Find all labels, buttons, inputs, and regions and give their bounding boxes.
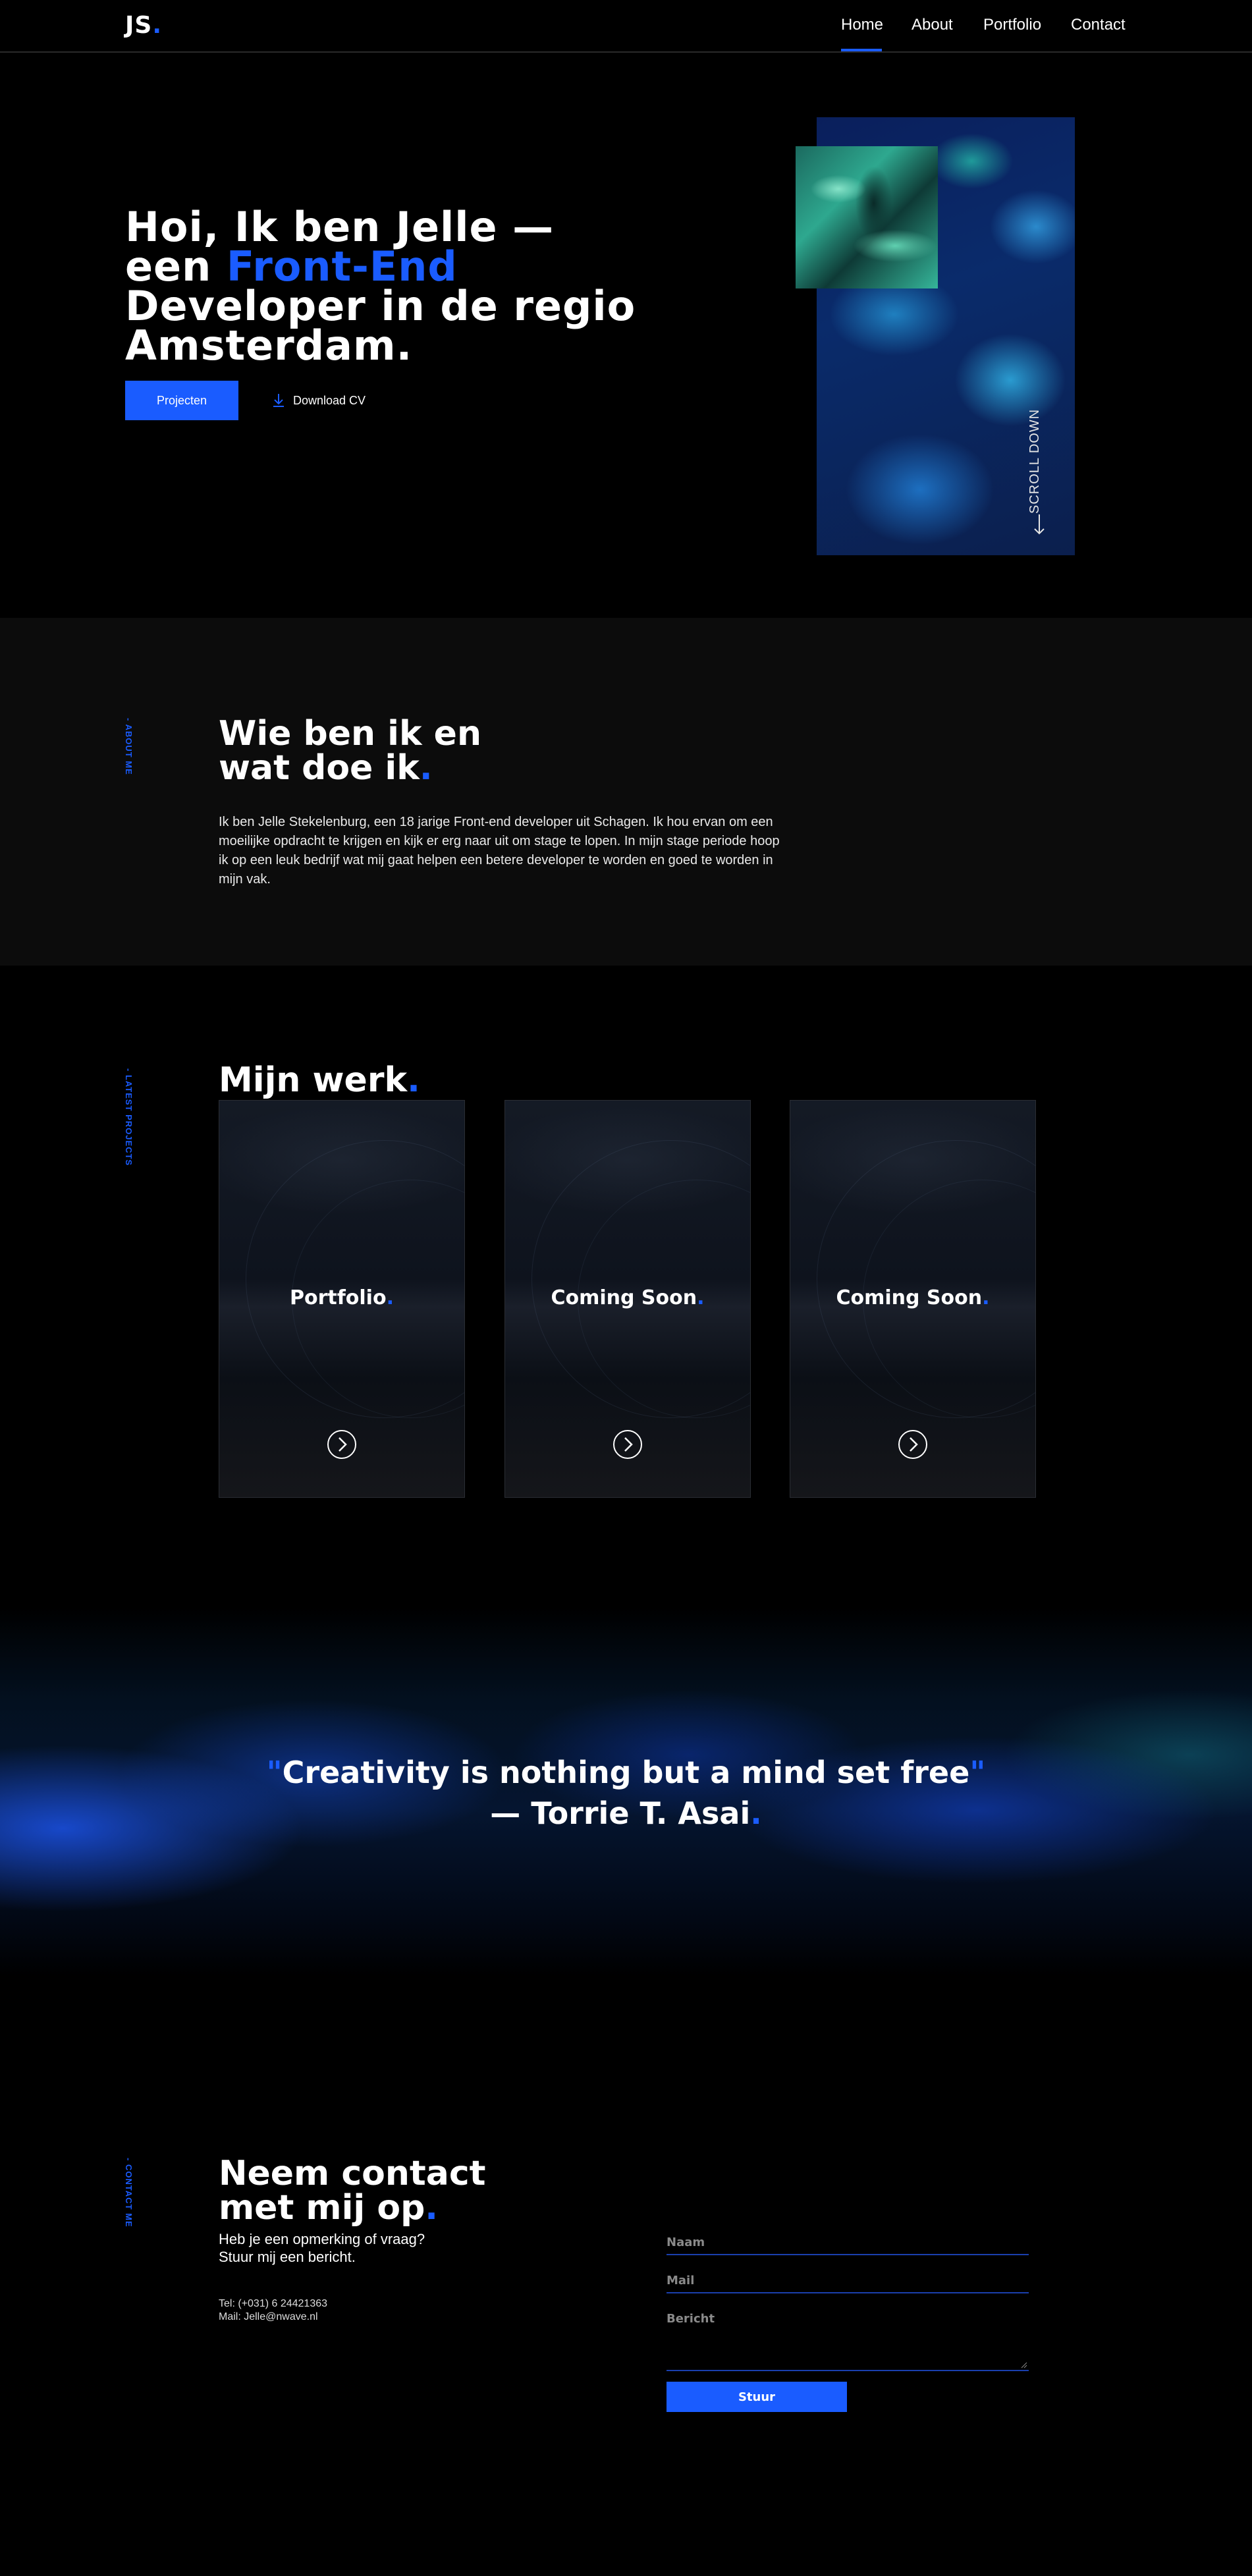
about-side-label: - ABOUT ME bbox=[124, 718, 134, 775]
send-button[interactable]: Stuur bbox=[667, 2382, 847, 2412]
contact-side-label: - CONTACT ME bbox=[124, 2158, 134, 2228]
resize-handle-icon[interactable] bbox=[1021, 2362, 1027, 2369]
work-title-dot: . bbox=[407, 1060, 420, 1100]
project-card[interactable]: Coming Soon. bbox=[504, 1100, 751, 1498]
contact-subtitle: Heb je een opmerking of vraag? Stuur mij… bbox=[219, 2230, 482, 2266]
contact-phone: Tel: (+031) 6 24421363 bbox=[219, 2298, 328, 2309]
project-card-title-text: Coming Soon bbox=[836, 1286, 983, 1309]
contact-title: Neem contact met mij op. bbox=[219, 2156, 486, 2225]
download-cv-label: Download CV bbox=[293, 393, 366, 407]
work-title: Mijn werk. bbox=[219, 1063, 420, 1097]
contact-title-line1: Neem contact bbox=[219, 2154, 486, 2193]
project-card-title-dot: . bbox=[982, 1286, 990, 1309]
contact-info: Tel: (+031) 6 24421363 Mail: Jelle@nwave… bbox=[219, 2297, 327, 2324]
project-card-title: Portfolio. bbox=[219, 1286, 464, 1309]
about-title-line2: wat doe ik bbox=[219, 748, 420, 788]
quote-text: Creativity is nothing but a mind set fre… bbox=[282, 1755, 970, 1790]
arrow-down-icon[interactable] bbox=[1033, 514, 1046, 535]
contact-title-dot: . bbox=[425, 2188, 439, 2228]
mail-placeholder: Mail bbox=[667, 2274, 695, 2288]
hero-silk-image bbox=[796, 146, 938, 288]
message-placeholder: Bericht bbox=[667, 2312, 715, 2326]
nav-contact-link[interactable]: Contact bbox=[1071, 16, 1126, 34]
about-text: Ik ben Jelle Stekelenburg, een 18 jarige… bbox=[219, 815, 780, 887]
hero-title-line4: Amsterdam. bbox=[125, 321, 413, 370]
work-title-text: Mijn werk bbox=[219, 1060, 408, 1100]
page: JS. Home About Portfolio Contact Hoi, Ik… bbox=[0, 0, 1252, 2576]
contact-mail[interactable]: Mail: Jelle@nwave.nl bbox=[219, 2311, 327, 2324]
nav-portfolio-link[interactable]: Portfolio bbox=[983, 16, 1041, 34]
project-card[interactable]: Portfolio. bbox=[219, 1100, 465, 1498]
contact-subtitle-line2: Stuur mij een bericht. bbox=[219, 2249, 356, 2265]
name-placeholder: Naam bbox=[667, 2235, 705, 2249]
project-card-title: Coming Soon. bbox=[505, 1286, 750, 1309]
project-card[interactable]: Coming Soon. bbox=[790, 1100, 1036, 1498]
about-title-line1: Wie ben ik en bbox=[219, 714, 481, 754]
message-field[interactable]: Bericht bbox=[667, 2309, 1029, 2371]
quote-open-mark: " bbox=[266, 1755, 283, 1790]
scroll-down-label[interactable]: SCROLL DOWN bbox=[1027, 409, 1043, 514]
contact-title-line2: met mij op bbox=[219, 2188, 425, 2228]
hero-title: Hoi, Ik ben Jelle — een Front-End Develo… bbox=[125, 207, 652, 366]
work-side-label: - LATEST PROJECTS bbox=[124, 1068, 134, 1166]
download-cv-button[interactable]: Download CV bbox=[272, 390, 366, 411]
project-card-title: Coming Soon. bbox=[790, 1286, 1035, 1309]
chevron-right-circle-icon[interactable] bbox=[897, 1429, 929, 1460]
logo[interactable]: JS. bbox=[125, 12, 162, 39]
quote: "Creativity is nothing but a mind set fr… bbox=[0, 1752, 1252, 1834]
project-card-title-dot: . bbox=[697, 1286, 705, 1309]
logo-text: JS bbox=[125, 12, 153, 39]
logo-dot: . bbox=[152, 12, 163, 39]
project-card-title-dot: . bbox=[386, 1286, 394, 1309]
project-card-title-text: Coming Soon bbox=[551, 1286, 697, 1309]
about-title-dot: . bbox=[419, 748, 433, 788]
nav-home-link[interactable]: Home bbox=[841, 16, 883, 34]
name-field[interactable]: Naam bbox=[667, 2233, 1029, 2255]
chevron-right-circle-icon[interactable] bbox=[612, 1429, 643, 1460]
chevron-right-circle-icon[interactable] bbox=[326, 1429, 358, 1460]
nav-about-link[interactable]: About bbox=[912, 16, 953, 34]
nav-active-indicator bbox=[841, 49, 882, 51]
contact-subtitle-line1: Heb je een opmerking of vraag? bbox=[219, 2231, 425, 2247]
mail-field[interactable]: Mail bbox=[667, 2271, 1029, 2293]
projects-button[interactable]: Projecten bbox=[125, 381, 238, 420]
project-card-title-text: Portfolio bbox=[290, 1286, 387, 1309]
navbar: JS. Home About Portfolio Contact bbox=[0, 0, 1252, 53]
about-title: Wie ben ik en wat doe ik. bbox=[219, 717, 481, 785]
quote-author: — Torrie T. Asai bbox=[490, 1795, 751, 1831]
download-icon bbox=[273, 394, 284, 407]
quote-author-dot: . bbox=[750, 1795, 762, 1831]
quote-close-mark: " bbox=[969, 1755, 986, 1790]
about-section bbox=[0, 618, 1252, 966]
